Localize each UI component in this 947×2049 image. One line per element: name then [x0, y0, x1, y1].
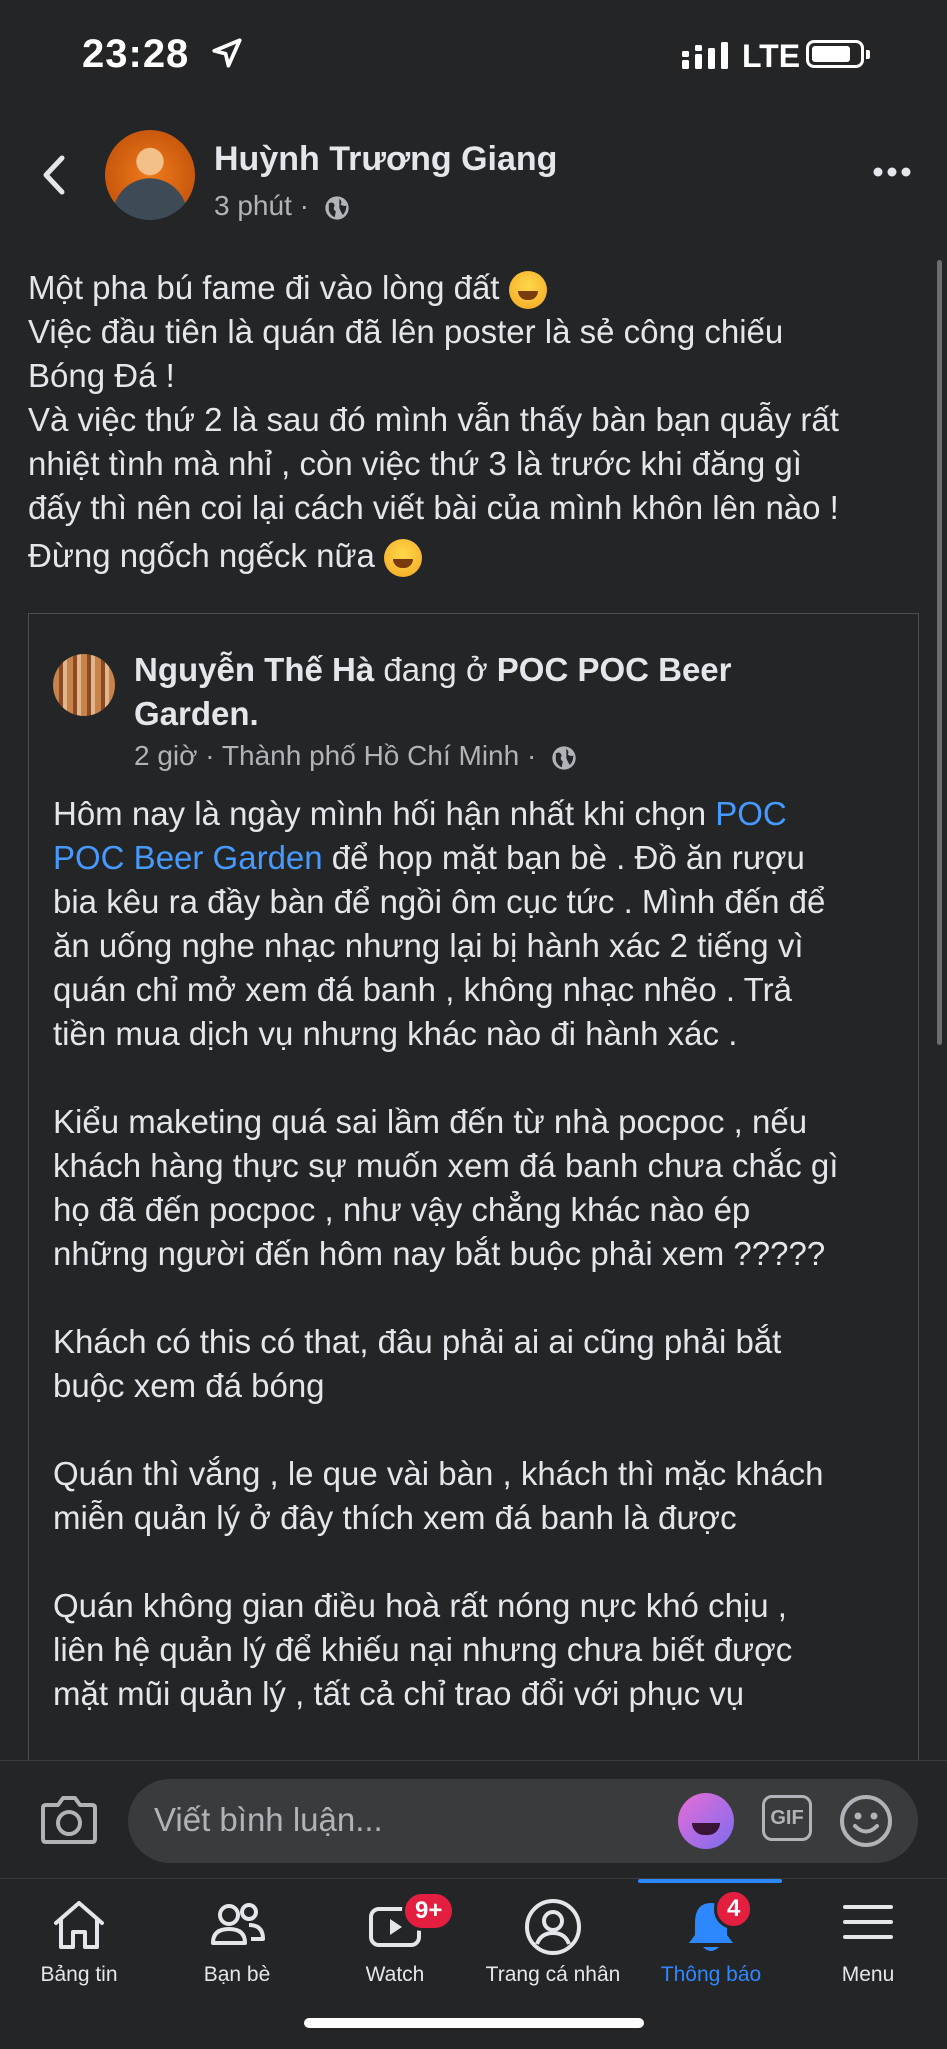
location-arrow-icon — [212, 38, 242, 68]
back-arrow-icon[interactable] — [36, 150, 72, 200]
profile-icon — [525, 1899, 581, 1955]
shared-line: ăn uống nghe nhạc nhưng lại bị hành xác … — [53, 927, 804, 964]
place-link[interactable]: POC — [715, 795, 787, 832]
tab-label: Watch — [365, 1963, 425, 1986]
battery-icon — [806, 40, 870, 68]
place-link[interactable]: POC Beer Garden — [53, 839, 323, 876]
shared-line: Quán không gian điều hoà rất nóng nực kh… — [53, 1587, 787, 1624]
shared-line: Kiểu maketing quá sai lầm đến từ nhà poc… — [53, 1103, 808, 1140]
tab-label: Menu — [841, 1963, 895, 1986]
shared-line: Hôm nay là ngày mình hối hận nhất khi ch… — [53, 795, 787, 832]
shared-line: khách hàng thực sự muốn xem đá banh chưa… — [53, 1147, 839, 1184]
shared-line: quán chỉ mở xem đá banh , không nhạc nhẽ… — [53, 971, 792, 1008]
post-time[interactable]: 3 phút — [214, 190, 292, 221]
tab-watch[interactable]: 9+ Watch — [316, 1879, 474, 1999]
rofl-emoji-icon — [508, 271, 547, 310]
friends-icon — [211, 1903, 265, 1945]
status-bar: 23:28 LTE — [0, 0, 947, 110]
meta-separator: · — [299, 190, 309, 221]
shared-line: họ đã đến pocpoc , như vậy chẳng khác nà… — [53, 1191, 751, 1228]
shared-line: POC Beer Garden để họp mặt bạn bè . Đồ ă… — [53, 839, 805, 876]
shared-line: buộc xem đá bóng — [53, 1367, 325, 1404]
post-line: Việc đầu tiên là quán đã lên poster là s… — [28, 313, 784, 350]
shared-line: Khách có this có that, đâu phải ai ai cũ… — [53, 1323, 782, 1360]
globe-icon — [552, 745, 576, 770]
shared-author-avatar[interactable] — [53, 654, 115, 716]
author-avatar[interactable] — [105, 130, 195, 220]
tab-label: Bạn bè — [203, 1963, 271, 1986]
status-time: 23:28 — [82, 32, 190, 76]
post-line: Và việc thứ 2 là sau đó mình vẫn thấy bà… — [28, 401, 839, 438]
comment-bar: Viết bình luận... GIF — [0, 1760, 947, 1879]
tab-ban-be[interactable]: Bạn bè — [158, 1879, 316, 1999]
shared-post-time[interactable]: 2 giờ — [134, 740, 198, 771]
shared-line: liên hệ quản lý để khiếu nại nhưng chưa … — [53, 1631, 793, 1668]
gif-icon[interactable]: GIF — [762, 1795, 812, 1841]
post-body: Một pha bú fame đi vào lòng đất Việc đầu… — [28, 266, 918, 578]
notification-badge: 4 — [714, 1889, 754, 1929]
meta-separator: · — [526, 740, 537, 771]
post-meta: 3 phút · — [214, 190, 351, 222]
meta-separator: · — [205, 740, 215, 771]
home-indicator[interactable] — [304, 2018, 644, 2028]
shared-line: miễn quản lý ở đây thích xem đá banh là … — [53, 1499, 737, 1536]
checkin-verb: đang ở — [374, 651, 497, 688]
post-author-name[interactable]: Huỳnh Trương Giang — [214, 140, 557, 179]
checkin-place[interactable]: POC POC Beer — [497, 651, 732, 688]
home-icon — [54, 1901, 104, 1949]
tab-label: Trang cá nhân — [485, 1963, 621, 1986]
more-options-icon[interactable] — [872, 165, 912, 179]
shared-line: mặt mũi quản lý , tất cả chỉ trao đổi vớ… — [53, 1675, 745, 1712]
post-line: Đừng ngốch ngếck nữa — [28, 534, 918, 578]
tab-thong-bao[interactable]: 4 Thông báo — [632, 1879, 790, 1999]
tab-menu[interactable]: Menu — [789, 1879, 947, 1999]
tab-label: Bảng tin — [40, 1963, 118, 1986]
shared-line: Quán thì vắng , le que vài bàn , khách t… — [53, 1455, 824, 1492]
shared-post[interactable]: Nguyễn Thế Hà đang ở POC POC Beer Garden… — [28, 613, 919, 1773]
shared-author-name[interactable]: Nguyễn Thế Hà — [134, 651, 374, 688]
shared-line: những người đến hôm nay bắt buộc phải xe… — [53, 1235, 826, 1272]
shared-post-body: Hôm nay là ngày mình hối hận nhất khi ch… — [53, 792, 903, 1716]
post-line: Một pha bú fame đi vào lòng đất — [28, 266, 918, 310]
scrollbar[interactable] — [937, 260, 942, 1045]
watch-badge: 9+ — [402, 1891, 456, 1931]
shared-post-location[interactable]: Thành phố Hồ Chí Minh — [222, 740, 519, 771]
emoji-icon[interactable] — [838, 1793, 894, 1849]
menu-icon — [843, 1905, 893, 1939]
post-line: đấy thì nên coi lại cách viết bài của mì… — [28, 489, 839, 526]
avatar-sticker-icon[interactable] — [678, 1793, 734, 1849]
checkin-place-cont[interactable]: Garden. — [134, 695, 259, 732]
signal-icon — [682, 42, 728, 69]
shared-line: tiền mua dịch vụ nhưng khác nào đi hành … — [53, 1015, 738, 1052]
comment-placeholder: Viết bình luận... — [154, 1801, 383, 1838]
shared-post-header: Nguyễn Thế Hà đang ở POC POC Beer Garden… — [134, 648, 894, 736]
shared-line: bia kêu ra đầy bàn để ngồi ôm cục tức . … — [53, 883, 826, 920]
tab-trang-ca-nhan[interactable]: Trang cá nhân — [474, 1879, 632, 1999]
tab-bang-tin[interactable]: Bảng tin — [0, 1879, 158, 1999]
laughing-emoji-icon — [384, 539, 423, 578]
globe-icon — [325, 195, 349, 220]
network-label: LTE — [742, 38, 801, 74]
post-line: Bóng Đá ! — [28, 357, 175, 394]
post-line: nhiệt tình mà nhỉ , còn việc thứ 3 là tr… — [28, 445, 802, 482]
camera-icon[interactable] — [40, 1793, 98, 1845]
tab-label: Thông báo — [660, 1963, 762, 1986]
shared-post-meta: 2 giờ · Thành phố Hồ Chí Minh · — [134, 740, 578, 772]
comment-input[interactable]: Viết bình luận... GIF — [128, 1779, 918, 1863]
